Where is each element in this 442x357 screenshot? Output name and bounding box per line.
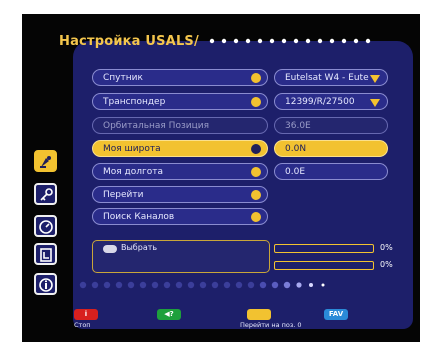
document-icon[interactable]	[34, 243, 57, 265]
satellite-dish-icon[interactable]	[34, 150, 57, 172]
fav-button[interactable]: FAV	[324, 309, 348, 320]
info-icon[interactable]	[34, 273, 57, 295]
green-button[interactable]: ◀?	[157, 309, 181, 320]
menu-item-label: Моя широта	[103, 144, 161, 154]
stop-label: Стоп	[74, 321, 91, 329]
bullet-icon	[251, 190, 261, 200]
bullet-icon	[251, 97, 261, 107]
longitude-input[interactable]: 0.0E	[274, 163, 388, 180]
green-button-glyph: ◀?	[164, 310, 174, 318]
menu-item-label: Моя долгота	[103, 167, 164, 177]
bottom-dots	[79, 281, 325, 289]
satellite-value: Eutelsat W4 - Eute	[285, 73, 369, 83]
menu-item-my-longitude[interactable]: Моя долгота	[92, 163, 268, 180]
signal-strength-bar	[274, 244, 374, 253]
menu-item-orbital-position: Орбитальная Позиция	[92, 117, 268, 134]
help-text: Выбрать	[121, 243, 158, 252]
goto-position-label: Перейти на поз. 0	[240, 321, 302, 329]
menu-item-label: Спутник	[103, 73, 143, 83]
key-icon[interactable]	[34, 183, 57, 205]
menu-item-my-latitude[interactable]: Моя широта	[92, 140, 268, 157]
bullet-icon	[251, 212, 261, 222]
menu-item-goto[interactable]: Перейти	[92, 186, 268, 203]
stop-button[interactable]: i	[74, 309, 98, 320]
signal-strength-percent: 0%	[380, 243, 393, 252]
orbital-position-value: 36.0E	[285, 121, 311, 131]
ok-button-icon	[103, 245, 117, 253]
latitude-input[interactable]: 0.0N	[274, 140, 388, 157]
stop-button-glyph: i	[84, 310, 88, 318]
menu-item-satellite[interactable]: Спутник	[92, 69, 268, 86]
dropdown-arrow-icon	[370, 75, 380, 83]
dropdown-arrow-icon	[370, 99, 380, 107]
menu-item-channel-search[interactable]: Поиск Каналов	[92, 208, 268, 225]
menu-item-label: Транспондер	[103, 97, 166, 107]
footer-hints: i Стоп ◀? Перейти на поз. 0 FAV	[64, 309, 384, 329]
bullet-icon	[251, 73, 261, 83]
menu-item-label: Поиск Каналов	[103, 212, 175, 222]
menu-item-transponder[interactable]: Транспондер	[92, 93, 268, 110]
title-dots	[209, 38, 371, 44]
latitude-value: 0.0N	[285, 144, 307, 154]
fav-button-glyph: FAV	[328, 310, 344, 318]
signal-quality-percent: 0%	[380, 260, 393, 269]
bullet-icon	[251, 167, 261, 177]
menu-item-label: Орбитальная Позиция	[103, 121, 209, 131]
bullet-icon	[251, 144, 261, 154]
satellite-select[interactable]: Eutelsat W4 - Eute	[274, 69, 388, 86]
longitude-value: 0.0E	[285, 167, 305, 177]
yellow-button[interactable]	[247, 309, 271, 320]
signal-quality-bar	[274, 261, 374, 270]
clock-icon[interactable]	[34, 215, 57, 237]
menu-item-label: Перейти	[103, 190, 144, 200]
transponder-select[interactable]: 12399/R/27500	[274, 93, 388, 110]
page-title: Настройка USALS/	[59, 34, 199, 49]
transponder-value: 12399/R/27500	[285, 97, 355, 107]
help-box: Выбрать	[92, 240, 270, 273]
orbital-position-field: 36.0E	[274, 117, 388, 134]
